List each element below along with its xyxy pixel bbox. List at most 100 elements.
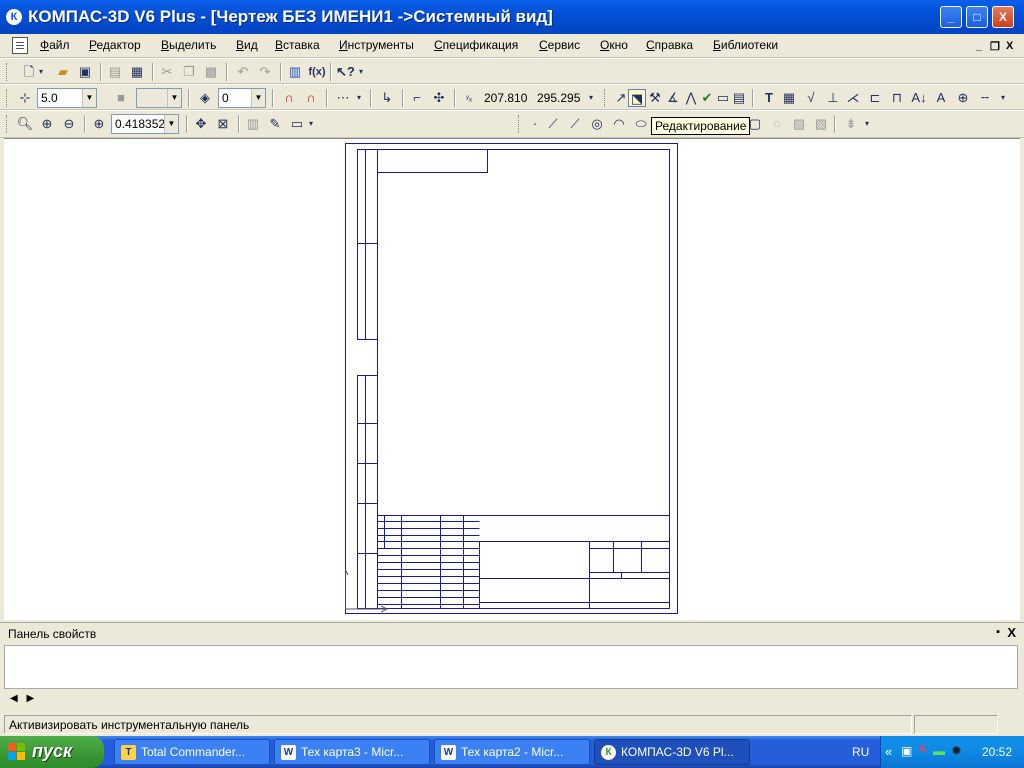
coordinate-mode-icon[interactable]: ✣ <box>430 89 448 107</box>
document-icon[interactable] <box>12 37 28 54</box>
monitor-icon[interactable]: ▬ <box>933 744 945 758</box>
kompas-app-icon[interactable]: К <box>6 9 22 25</box>
toolbar-grip[interactable] <box>6 89 9 107</box>
toolbar-grip[interactable] <box>6 63 9 81</box>
show-all-icon[interactable]: ⊠ <box>214 115 232 133</box>
calculator-icon[interactable]: ▥ <box>286 63 304 81</box>
properties-close-button[interactable]: X <box>1007 625 1016 640</box>
zoom-window-icon[interactable]: 🔍︎ <box>16 115 34 133</box>
minimize-button[interactable]: _ <box>940 6 962 28</box>
menu-tools[interactable]: Инструменты <box>339 38 414 52</box>
grid-icon[interactable]: ⋯ <box>334 89 352 107</box>
open-folder-icon[interactable]: ▰ <box>54 63 72 81</box>
task-total-commander[interactable]: T Total Commander... <box>114 739 270 765</box>
drawing-sheet[interactable] <box>345 143 679 615</box>
menu-help[interactable]: Справка <box>646 38 693 52</box>
axis-icon[interactable]: ⊕ <box>954 89 972 107</box>
properties-panel-body[interactable] <box>4 645 1018 689</box>
coordinate-x[interactable]: 207.810 <box>484 91 527 105</box>
more-dropdown-arrow-icon[interactable]: ▾ <box>998 89 1008 107</box>
pin-icon[interactable]: ▪ <box>996 626 1000 638</box>
base-icon[interactable]: ⊥ <box>824 89 842 107</box>
menu-libraries[interactable]: Библиотеки <box>713 38 778 52</box>
parametrization-icon[interactable]: ∡ <box>664 89 682 107</box>
grid-dropdown-arrow-icon[interactable]: ▾ <box>354 89 364 107</box>
help-pointer-icon[interactable]: ↖? <box>336 63 355 81</box>
task-word-doc-3[interactable]: W Тех карта3 - Micr... <box>274 739 430 765</box>
leader-icon[interactable]: ⋌ <box>844 89 862 107</box>
editing-icon[interactable]: ⬔ <box>628 89 646 107</box>
tray-expand-icon[interactable]: « <box>885 744 892 759</box>
segment-icon[interactable]: ⟋ <box>566 115 584 133</box>
style-icon[interactable]: ■ <box>112 89 130 107</box>
zoom-out-icon[interactable]: ⊖ <box>60 115 78 133</box>
menu-service[interactable]: Сервис <box>539 38 580 52</box>
roughness-icon[interactable]: √ <box>802 89 820 107</box>
snap-magnet-icon[interactable]: ∩ <box>280 89 298 107</box>
menu-window[interactable]: Окно <box>600 38 628 52</box>
orthogonal-mode-icon[interactable]: ⌐ <box>408 89 426 107</box>
local-cs-icon[interactable]: ↳ <box>378 89 396 107</box>
arrow-right-icon[interactable]: ▶ <box>26 693 34 704</box>
menu-insert[interactable]: Вставка <box>275 38 320 52</box>
mdi-restore-button[interactable]: ❐ <box>990 40 1000 53</box>
fx-icon[interactable]: f(x) <box>306 63 328 81</box>
cut-icon[interactable]: ✂ <box>158 63 176 81</box>
chevron-down-icon[interactable]: ▼ <box>251 89 265 107</box>
title-bar[interactable]: К КОМПАС-3D V6 Plus - [Чертеж БЕЗ ИМЕНИ1… <box>0 0 1024 34</box>
chevron-down-icon[interactable]: ▼ <box>82 89 96 107</box>
menu-select[interactable]: Выделить <box>161 38 216 52</box>
chamfer-icon[interactable]: ◌ <box>768 115 786 133</box>
save-disk-icon[interactable]: ▣ <box>76 63 94 81</box>
line-style-combo[interactable]: ▼ <box>136 88 182 108</box>
menu-specification[interactable]: Спецификация <box>434 38 518 52</box>
contour-icon[interactable]: ▧ <box>812 115 830 133</box>
close-button[interactable]: X <box>992 6 1014 28</box>
toolbar-grip[interactable] <box>518 115 521 133</box>
equidistant-dropdown-arrow-icon[interactable]: ▾ <box>862 115 872 133</box>
display-icon[interactable]: ▭ <box>288 115 306 133</box>
hatch-icon[interactable]: ▨ <box>790 115 808 133</box>
layers-icon[interactable]: ◈ <box>196 89 214 107</box>
menu-view[interactable]: Вид <box>236 38 258 52</box>
cut-line-icon[interactable]: ⊓ <box>888 89 906 107</box>
menu-editor[interactable]: Редактор <box>89 38 141 52</box>
print-preview-icon[interactable]: ▦ <box>128 63 146 81</box>
tolerance-icon[interactable]: ⊏ <box>866 89 884 107</box>
copy-icon[interactable]: ❐ <box>180 63 198 81</box>
layer-combo[interactable]: 0 ▼ <box>218 88 266 108</box>
centerline-icon[interactable]: ╌ <box>976 89 994 107</box>
print-icon[interactable]: ▤ <box>106 63 124 81</box>
table-icon[interactable]: ▦ <box>780 89 798 107</box>
display-dropdown-arrow-icon[interactable]: ▾ <box>306 115 316 133</box>
text-icon[interactable]: T <box>760 89 778 107</box>
task-word-doc-2[interactable]: W Тех карта2 - Micr... <box>434 739 590 765</box>
chevron-down-icon[interactable]: ▼ <box>167 89 181 107</box>
local-snap-magnet-icon[interactable]: ∩ <box>302 89 320 107</box>
hammer-icon[interactable]: ⚒ <box>646 89 664 107</box>
toolbar-grip[interactable] <box>6 115 9 133</box>
paste-icon[interactable]: ▩ <box>202 63 220 81</box>
point-icon[interactable]: · <box>526 115 544 133</box>
drawing-canvas[interactable] <box>4 138 1020 620</box>
coordinates-dropdown-arrow-icon[interactable]: ▾ <box>586 89 596 107</box>
new-dropdown-arrow-icon[interactable]: ▾ <box>36 63 46 81</box>
start-button[interactable]: пуск <box>0 736 104 768</box>
mdi-minimize-button[interactable]: _ <box>976 40 982 52</box>
cursor-step-combo[interactable]: 5.0 ▼ <box>37 88 97 108</box>
coordinate-y[interactable]: 295.295 <box>537 91 580 105</box>
mark-icon[interactable]: A <box>932 89 950 107</box>
ellipse-icon[interactable]: ⬭ <box>632 115 650 133</box>
maximize-button[interactable]: □ <box>966 6 988 28</box>
help-dropdown-arrow-icon[interactable]: ▾ <box>356 63 366 81</box>
circle-icon[interactable]: ◎ <box>588 115 606 133</box>
mdi-close-button[interactable]: X <box>1006 40 1013 52</box>
antivirus-icon[interactable]: A <box>919 744 926 755</box>
view-arrow-icon[interactable]: A↓ <box>910 89 928 107</box>
menu-file[interactable]: Файл <box>40 38 70 52</box>
line-icon[interactable]: ⟋ <box>544 115 562 133</box>
redraw-icon[interactable]: ✎ <box>266 115 284 133</box>
arc-icon[interactable]: ◠ <box>610 115 628 133</box>
undo-icon[interactable]: ↶ <box>234 63 252 81</box>
spec-icon[interactable]: ▤ <box>730 89 748 107</box>
